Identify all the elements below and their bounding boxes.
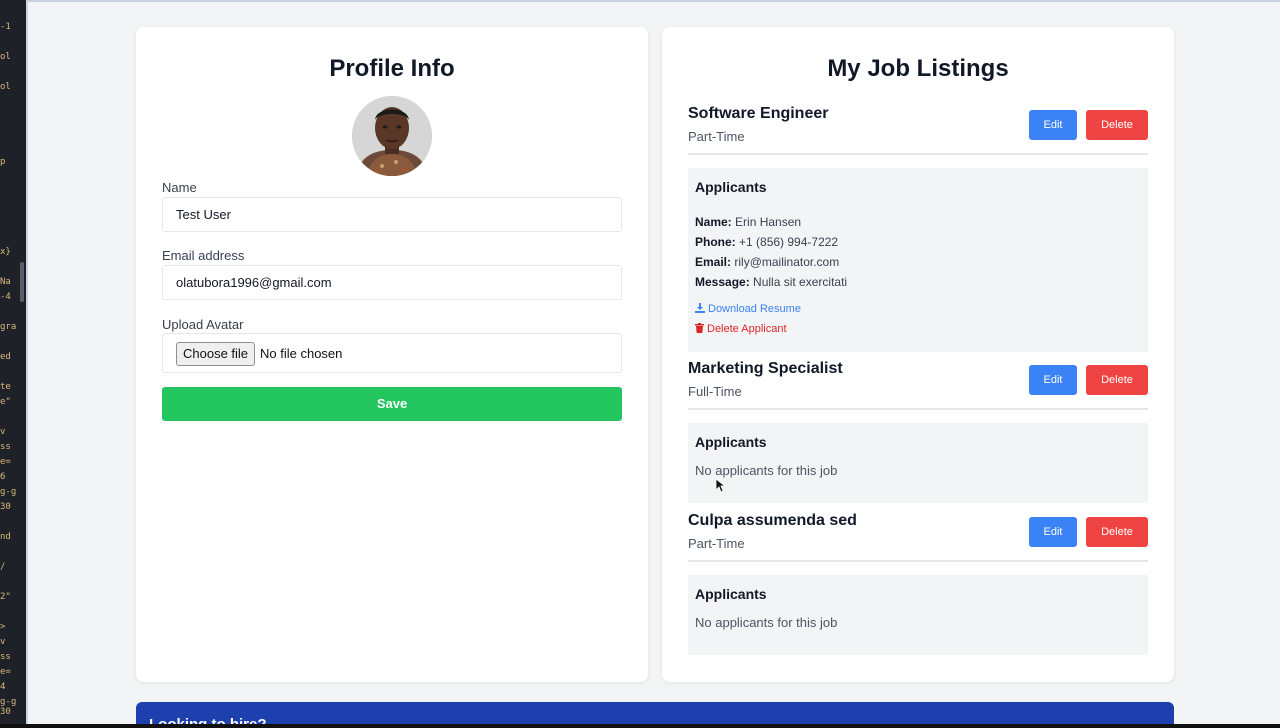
editor-code-fragment: e" — [0, 397, 11, 407]
applicant-phone-label: Phone: — [695, 235, 736, 249]
editor-code-fragment: ol — [0, 82, 11, 92]
applicants-heading: Applicants — [695, 179, 767, 195]
editor-code-fragment: ol — [0, 52, 11, 62]
email-label: Email address — [162, 248, 245, 263]
editor-code-fragment: ss — [0, 652, 11, 662]
job-divider — [688, 408, 1148, 410]
delete-job-button[interactable]: Delete — [1086, 365, 1148, 395]
file-status: No file chosen — [260, 346, 343, 361]
editor-code-fragment: -1 — [0, 22, 11, 32]
download-resume-label: Download Resume — [708, 303, 801, 315]
applicant-message-value: Nulla sit exercitati — [753, 275, 848, 289]
window-border — [26, 0, 28, 728]
editor-code-fragment: g-g — [0, 487, 17, 497]
editor-code-fragment: 30 — [0, 707, 11, 717]
delete-job-button[interactable]: Delete — [1086, 110, 1148, 140]
editor-code-fragment: p — [0, 157, 6, 167]
job-type: Part-Time — [688, 129, 745, 144]
editor-code-fragment: / — [0, 562, 6, 572]
applicants-panel: Applicants No applicants for this job — [688, 423, 1148, 503]
job-type: Part-Time — [688, 536, 745, 551]
avatar-upload-label: Upload Avatar — [162, 317, 244, 332]
job-title: Culpa assumenda sed — [688, 512, 857, 529]
applicant-name: Name: Erin Hansen — [695, 215, 801, 229]
top-border — [28, 0, 1280, 2]
editor-code-fragment: 30 — [0, 502, 11, 512]
email-input[interactable] — [162, 265, 622, 300]
editor-code-fragment: v — [0, 637, 6, 647]
applicant-phone: Phone: +1 (856) 994-7222 — [695, 235, 838, 249]
job-divider — [688, 560, 1148, 562]
profile-title: Profile Info — [329, 55, 455, 82]
applicant-name-value: Erin Hansen — [735, 215, 802, 229]
edit-job-button[interactable]: Edit — [1029, 110, 1077, 140]
editor-code-fragment: x} — [0, 247, 11, 257]
delete-job-button[interactable]: Delete — [1086, 517, 1148, 547]
editor-code-fragment: 6 — [0, 472, 6, 482]
job-title: Software Engineer — [688, 105, 829, 122]
avatar-file-input[interactable]: Choose file No file chosen — [162, 333, 622, 373]
download-resume-link[interactable]: Download Resume — [695, 303, 801, 315]
editor-code-fragment: g-g — [0, 697, 17, 707]
job-listings-title: My Job Listings — [827, 55, 1009, 82]
editor-code-fragment: 4 — [0, 682, 6, 692]
editor-code-fragment: nd — [0, 532, 11, 542]
editor-code-fragment: > — [0, 622, 6, 632]
delete-applicant-label: Delete Applicant — [707, 323, 787, 335]
editor-code-fragment: ed — [0, 352, 11, 362]
delete-applicant-link[interactable]: Delete Applicant — [695, 323, 787, 335]
editor-code-fragment: gra — [0, 322, 17, 332]
editor-code-fragment: 2" — [0, 592, 11, 602]
avatar — [352, 96, 432, 176]
editor-code-fragment: e= — [0, 457, 11, 467]
name-label: Name — [162, 180, 197, 195]
job-listings-card: My Job Listings Software Engineer Part-T… — [662, 27, 1174, 682]
applicant-email-value: rily@mailinator.com — [734, 255, 840, 269]
edit-job-button[interactable]: Edit — [1029, 517, 1077, 547]
editor-code-fragment: ss — [0, 442, 11, 452]
profile-card: Profile Info Name Email address Upload A… — [136, 27, 648, 682]
download-icon — [695, 303, 705, 313]
applicant-email: Email: rily@mailinator.com — [695, 255, 839, 269]
avatar-image — [352, 96, 432, 176]
applicants-heading: Applicants — [695, 586, 767, 602]
applicant-message: Message: Nulla sit exercitati — [695, 275, 847, 289]
applicant-name-label: Name: — [695, 215, 732, 229]
applicant-phone-value: +1 (856) 994-7222 — [739, 235, 839, 249]
edit-job-button[interactable]: Edit — [1029, 365, 1077, 395]
editor-code-fragment: te — [0, 382, 11, 392]
name-input[interactable] — [162, 197, 622, 232]
applicant-email-label: Email: — [695, 255, 732, 269]
trash-icon — [695, 323, 704, 333]
screen-bottom-edge — [0, 724, 1280, 728]
mouse-cursor-icon — [716, 479, 726, 493]
job-type: Full-Time — [688, 384, 742, 399]
applicants-panel: Applicants No applicants for this job — [688, 575, 1148, 655]
applicants-panel: Applicants Name: Erin Hansen Phone: +1 (… — [688, 168, 1148, 352]
choose-file-button[interactable]: Choose file — [176, 342, 256, 366]
editor-code-fragment: e= — [0, 667, 11, 677]
job-title: Marketing Specialist — [688, 360, 843, 377]
editor-code-fragment: v — [0, 427, 6, 437]
editor-scrollbar[interactable] — [20, 262, 24, 302]
editor-code-fragment: -4 — [0, 292, 11, 302]
save-button[interactable]: Save — [162, 387, 622, 421]
job-divider — [688, 153, 1148, 155]
applicants-heading: Applicants — [695, 434, 767, 450]
code-editor-strip: -1 ol ol p x} Na -4 gra ed te e" v ss e= 6 g-g 30nd/2" > v… — [0, 0, 26, 728]
editor-code-fragment: Na — [0, 277, 11, 287]
no-applicants-text: No applicants for this job — [695, 615, 838, 630]
no-applicants-text: No applicants for this job — [695, 463, 838, 478]
applicant-message-label: Message: — [695, 275, 750, 289]
